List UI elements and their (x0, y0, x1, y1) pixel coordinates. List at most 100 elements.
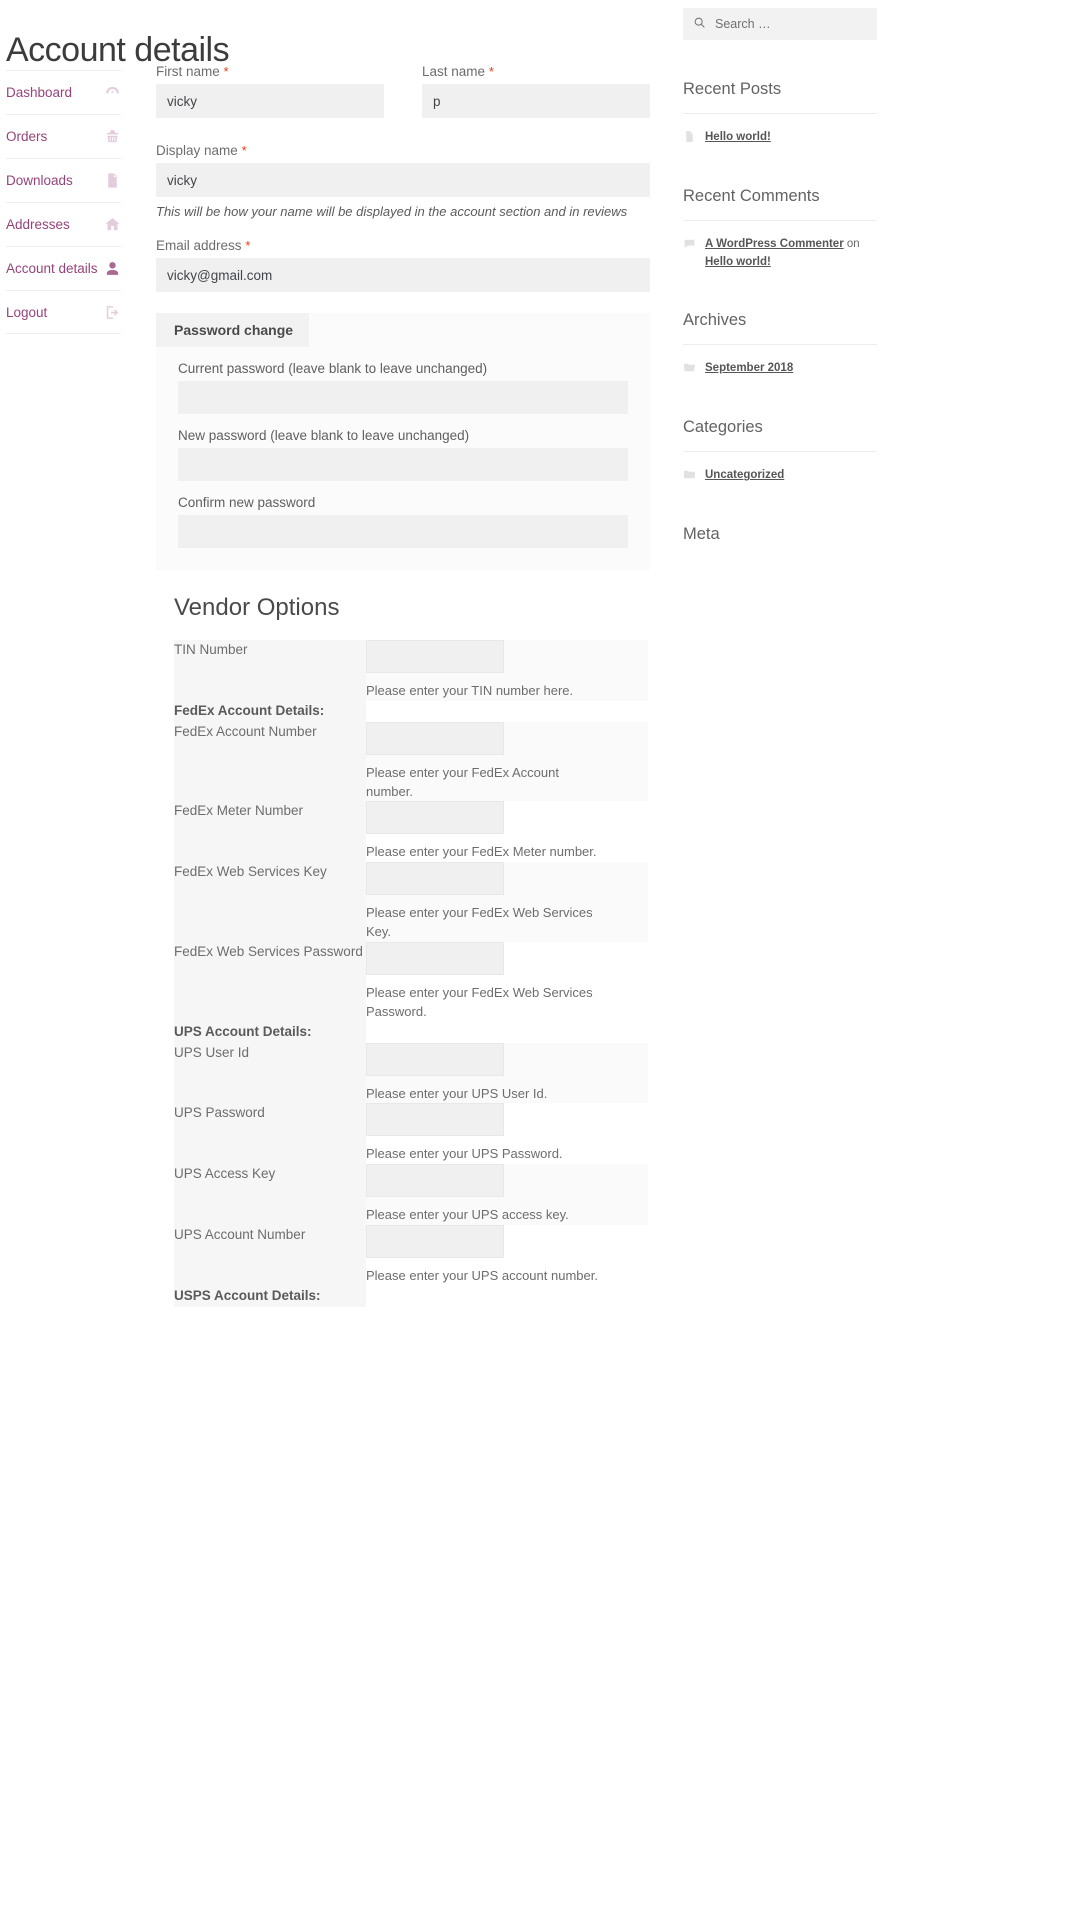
vendor-input[interactable] (366, 1164, 504, 1198)
table-row: FedEx Account Number Please enter your Fe… (174, 721, 648, 802)
vendor-field-label: UPS Access Key (174, 1164, 366, 1226)
logout-icon (103, 303, 121, 321)
vendor-field-hint: Please enter your FedEx Meter number. (366, 844, 597, 860)
vendor-field-cell: Please enter your TIN number here. (366, 640, 648, 701)
list-item-body: A WordPress Commenter on Hello world! (705, 236, 877, 272)
email-field-group: Email address * vicky@gmail.com (156, 238, 650, 292)
post-icon (683, 130, 696, 144)
folder-icon (683, 468, 696, 482)
list-item-link-secondary[interactable]: Hello world! (705, 256, 771, 268)
dashboard-icon (103, 84, 121, 102)
user-icon (103, 260, 121, 278)
vendor-section-header: USPS Account Details: (174, 1285, 366, 1307)
table-row: UPS Password Please enter your UPS Passwo… (174, 1103, 648, 1165)
list-item-connector: on (843, 237, 860, 250)
sidebar-item-dashboard[interactable]: Dashboard (6, 70, 121, 114)
email-label: Email address * (156, 238, 650, 253)
sidebar-item-downloads[interactable]: Downloads (6, 158, 121, 202)
list-item: A WordPress Commenter on Hello world! (683, 221, 877, 272)
sidebar-item-label: Account details (6, 261, 98, 276)
password-change-fieldset: Password change Current password (leave … (156, 313, 650, 570)
sidebar-item-label: Addresses (6, 217, 70, 232)
sidebar-item-label: Logout (6, 304, 48, 320)
new-password-input[interactable] (178, 448, 628, 481)
vendor-input[interactable] (366, 1225, 504, 1259)
widget-list: Hello world! (683, 114, 877, 147)
password-change-legend: Password change (156, 313, 310, 347)
vendor-field-label: FedEx Web Services Password (174, 941, 366, 1022)
required-marker: * (241, 143, 247, 158)
table-row: FedEx Web Services Password Please enter … (174, 941, 648, 1022)
basket-icon (103, 128, 121, 146)
confirm-password-field-group: Confirm new password (178, 495, 628, 548)
table-row: FedEx Meter Number Please enter your FedE… (174, 801, 648, 863)
display-name-input[interactable]: vicky (156, 163, 650, 197)
widget-title: Meta (683, 525, 720, 544)
vendor-field-hint: Please enter your UPS account number. (366, 1268, 598, 1284)
vendor-field-label: UPS Password (174, 1103, 366, 1165)
vendor-field-label: UPS Account Number (174, 1225, 366, 1286)
last-name-field-group: Last name * p (422, 64, 650, 118)
table-row: UPS User Id Please enter your UPS User Id… (174, 1042, 648, 1104)
vendor-field-cell (366, 700, 648, 722)
list-item-link[interactable]: Hello world! (705, 131, 771, 143)
file-download-icon (103, 172, 121, 190)
search-input[interactable]: Search … (715, 17, 771, 31)
vendor-field-cell: Please enter your FedEx Meter number. (366, 801, 648, 862)
list-item-link[interactable]: September 2018 (705, 362, 793, 374)
vendor-field-hint: Please enter your UPS Password. (366, 1146, 563, 1162)
display-name-label: Display name * (156, 143, 650, 158)
widget-title: Recent Posts (683, 80, 877, 114)
first-name-input[interactable]: vicky (156, 84, 384, 118)
vendor-field-cell: Please enter your FedEx Web Services Pas… (366, 941, 648, 1022)
table-row: UPS Account Details: (174, 1021, 648, 1043)
first-name-label: First name * (156, 64, 384, 79)
vendor-field-cell: Please enter your FedEx Account number. (366, 721, 648, 802)
sidebar-item-label: Orders (6, 129, 48, 144)
search-icon (693, 16, 706, 32)
first-name-field-group: First name * vicky (156, 64, 384, 118)
comment-icon (683, 237, 696, 251)
last-name-input[interactable]: p (422, 84, 650, 118)
current-password-input[interactable] (178, 381, 628, 414)
vendor-field-cell (366, 1285, 648, 1307)
list-item-link[interactable]: A WordPress Commenter (705, 238, 844, 250)
sidebar-item-label: Dashboard (6, 85, 73, 100)
list-item-link[interactable]: Uncategorized (705, 469, 784, 481)
display-name-label-text: Display name (156, 143, 238, 158)
search-box[interactable]: Search … (683, 8, 877, 40)
vendor-input[interactable] (366, 941, 504, 975)
table-row: USPS Account Details: (174, 1285, 648, 1307)
vendor-input[interactable] (366, 721, 504, 755)
vendor-field-label: FedEx Meter Number (174, 801, 366, 863)
vendor-input[interactable] (366, 862, 504, 896)
vendor-input[interactable] (366, 801, 504, 835)
vendor-field-hint: Please enter your TIN number here. (366, 683, 574, 698)
widget-list: Uncategorized (683, 452, 877, 485)
vendor-input[interactable] (366, 640, 504, 673)
widget-title: Archives (683, 311, 877, 346)
vendor-field-label: FedEx Account Number (174, 721, 366, 802)
vendor-field-cell: Please enter your UPS access key. (366, 1164, 648, 1225)
folder-open-icon (683, 361, 696, 375)
sidebar-item-account-details[interactable]: Account details (6, 246, 121, 290)
vendor-field-hint: Please enter your UPS User Id. (366, 1085, 548, 1101)
sidebar-item-logout[interactable]: Logout (6, 290, 121, 334)
vendor-field-label: FedEx Web Services Key (174, 862, 366, 942)
vendor-field-label: UPS User Id (174, 1042, 366, 1104)
email-input[interactable]: vicky@gmail.com (156, 258, 650, 292)
widget-title: Recent Comments (683, 187, 877, 221)
home-icon (103, 216, 121, 234)
table-row: UPS Account Number Please enter your UPS … (174, 1225, 648, 1286)
vendor-input[interactable] (366, 1042, 504, 1076)
table-row: FedEx Web Services Key Please enter your … (174, 862, 648, 942)
vendor-input[interactable] (366, 1103, 504, 1137)
blog-sidebar: Search … Recent Posts Hello world! Recent … (683, 8, 877, 544)
confirm-password-input[interactable] (178, 515, 628, 548)
sidebar-item-addresses[interactable]: Addresses (6, 202, 121, 246)
sidebar-item-orders[interactable]: Orders (6, 114, 121, 158)
list-item-body: Uncategorized (705, 467, 784, 485)
list-item: Hello world! (683, 114, 877, 147)
sidebar-widget: Recent Posts Hello world! (683, 80, 877, 147)
vendor-field-cell (366, 1021, 648, 1043)
